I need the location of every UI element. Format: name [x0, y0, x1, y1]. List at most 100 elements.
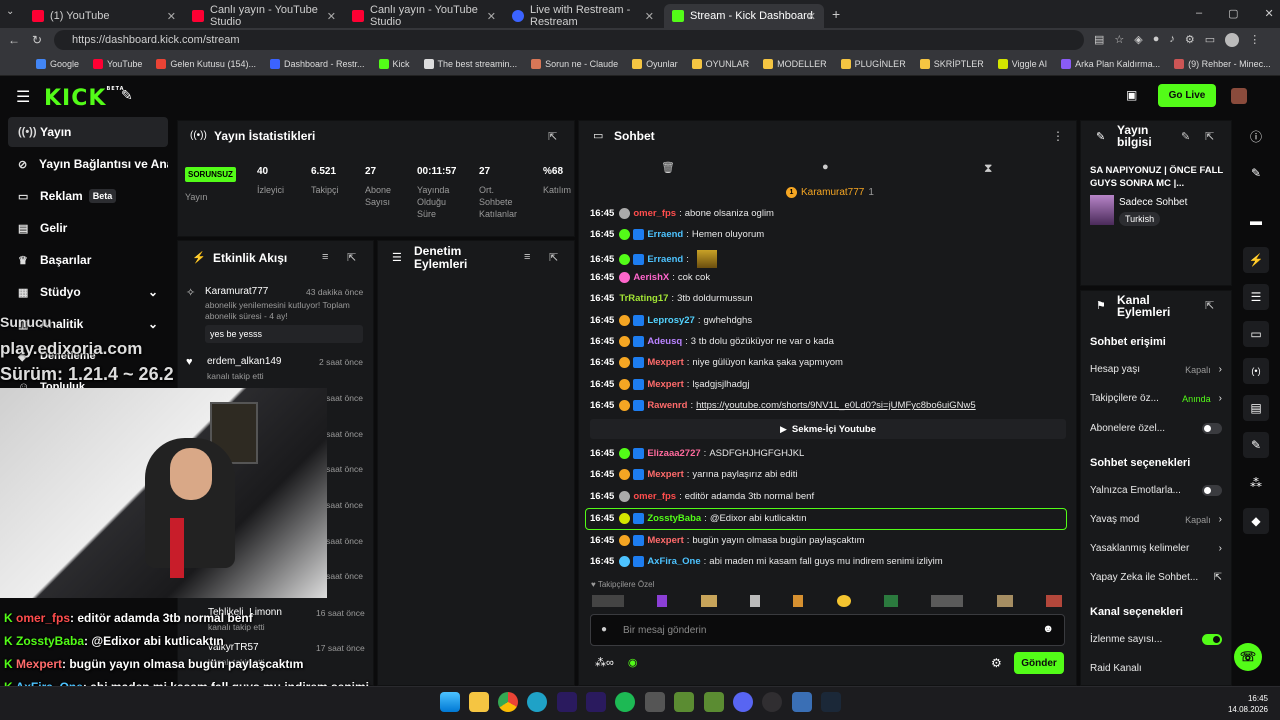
spotify-icon[interactable] — [615, 692, 635, 712]
bookmark-item[interactable]: PLUGİNLER — [840, 58, 906, 69]
windows-start-icon[interactable] — [440, 692, 460, 712]
bookmark-item[interactable]: Gelen Kutusu (154)... — [156, 58, 256, 69]
steam-icon[interactable] — [821, 692, 841, 712]
bookmark-item[interactable]: The best streamin... — [423, 58, 517, 69]
star-icon[interactable]: ☆ — [1114, 33, 1124, 47]
emote-icon[interactable] — [749, 595, 760, 607]
chat-message[interactable]: 16:45 AxFira_One: abi maden mi kasam fall … — [590, 556, 943, 567]
bookmark-item[interactable]: Kick — [378, 58, 410, 69]
followers-only-row[interactable]: Takipçilere öz... Anında › — [1090, 393, 1222, 404]
emote-icon[interactable] — [996, 595, 1013, 607]
bookmark-item[interactable]: YouTube — [93, 58, 142, 69]
emote-icon[interactable] — [657, 595, 668, 607]
send-button[interactable]: Gönder — [1014, 652, 1064, 674]
account-age-row[interactable]: Hesap yaşı Kapalı › — [1090, 364, 1222, 375]
category-name[interactable]: Sadece Sohbet — [1119, 197, 1187, 208]
reload-icon[interactable]: ↻ — [32, 33, 42, 47]
chat-message[interactable]: 16:45 Elizaaa2727: ASDFGHJHGFGHJKL — [590, 448, 804, 459]
hamburger-icon[interactable]: ☰ — [16, 87, 30, 107]
list-icon[interactable]: ☰ — [1243, 284, 1269, 310]
theater-icon[interactable]: ▣ — [1126, 88, 1137, 102]
chat-username[interactable]: omer_fps — [633, 491, 676, 502]
browser-tab[interactable]: Canlı yayın - YouTube Studio ✕ — [184, 4, 344, 28]
chat-username[interactable]: Leprosy27 — [647, 315, 695, 326]
chat-message[interactable]: 16:45 Leprosy27: gwhehdghs — [590, 315, 752, 326]
browser-tab[interactable]: Live with Restream - Restream ✕ — [504, 4, 662, 28]
puzzle-icon[interactable]: ⚙ — [1185, 33, 1195, 47]
obs-icon[interactable] — [762, 692, 782, 712]
trash-icon[interactable]: 🗑 — [661, 161, 675, 174]
edge-icon[interactable] — [527, 692, 547, 712]
raid-channel-row[interactable]: Raid Kanalı — [1090, 663, 1222, 674]
popout-icon[interactable]: ⇱ — [549, 251, 558, 264]
kick-logo[interactable]: KICKBETA — [44, 86, 125, 111]
sidebar-item-gelir[interactable]: ▤ Gelir — [8, 213, 168, 243]
sidebar-item-studyo[interactable]: ▦ Stüdyo ⌄ — [8, 277, 168, 307]
chat-message[interactable]: 16:45 Mexpert: bugün yayın olmasa bugün pa… — [590, 535, 865, 546]
chat-message[interactable]: 16:45 Erraend: Hemen oluyorum — [590, 229, 764, 240]
chat-message[interactable]: 16:45 Mexpert: lşadgjsjlhadgj — [590, 379, 749, 390]
bookmark-item[interactable]: OYUNLAR — [691, 58, 749, 69]
chat-message[interactable]: 16:45 Rawenrd: https://youtube.com/shorts/… — [590, 400, 976, 411]
chat-message[interactable]: 16:45 TrRating17:3tb doldurmussun — [590, 293, 753, 304]
bookmark-item[interactable]: Viggle AI — [997, 58, 1047, 69]
file-explorer-icon[interactable] — [469, 692, 489, 712]
chat-username[interactable]: AxFira_One — [647, 556, 700, 567]
emote-icon[interactable] — [592, 595, 624, 607]
broadcast-icon[interactable]: (•) — [1243, 358, 1269, 384]
extension-icon[interactable]: ● — [1153, 33, 1160, 47]
chat-message[interactable]: 16:45 Erraend: — [590, 250, 717, 268]
bookmark-item[interactable]: Oyunlar — [632, 58, 678, 69]
browser-tab-active[interactable]: Stream - Kick Dashboard ✕ — [664, 4, 824, 28]
extension-icon[interactable]: ◈ — [1134, 33, 1142, 47]
close-icon[interactable]: ✕ — [487, 10, 496, 23]
emoji-icon[interactable]: ☻ — [1042, 623, 1054, 635]
emote-icon[interactable] — [931, 595, 964, 607]
chat-message[interactable]: 16:45 omer_fps: abone olsaniza oglim — [590, 208, 774, 219]
browser-tab[interactable]: (1) YouTube ✕ — [24, 4, 184, 28]
browser-tab[interactable]: Canlı yayın - YouTube Studio ✕ — [344, 4, 504, 28]
subscribers-only-row[interactable]: Abonelere özel... — [1090, 423, 1222, 434]
chat-message[interactable]: 16:45 Mexpert: yarına paylaşırız abi editi — [590, 469, 797, 480]
info-icon[interactable]: ⓘ — [1243, 123, 1269, 149]
chrome-icon[interactable] — [498, 692, 518, 712]
chat-username[interactable]: Mexpert — [647, 469, 683, 480]
card-icon[interactable]: ▤ — [1243, 395, 1269, 421]
chat-username[interactable]: Mexpert — [647, 535, 683, 546]
chat-message[interactable]: 16:45 Mexpert: niye gülüyon kanka şaka yap… — [590, 357, 843, 368]
premiere-icon[interactable] — [557, 692, 577, 712]
chat-username[interactable]: Mexpert — [647, 379, 683, 390]
filter-icon[interactable]: ≡ — [322, 251, 328, 263]
go-live-button[interactable]: Go Live — [1158, 84, 1216, 107]
users-icon[interactable]: ⁂∞ — [595, 656, 614, 669]
popout-icon[interactable]: ⇱ — [347, 251, 356, 264]
minecraft-icon[interactable] — [704, 692, 724, 712]
emote-only-row[interactable]: Yalnızca Emotlarla... — [1090, 485, 1222, 496]
toggle-switch[interactable] — [1202, 423, 1222, 434]
sidebar-item-yayin[interactable]: ((•)) Yayın — [8, 117, 168, 147]
more-icon[interactable]: ⋮ — [1052, 129, 1064, 143]
bookmark-item[interactable]: MODELLER — [763, 58, 827, 69]
discord-icon[interactable] — [733, 692, 753, 712]
bookmark-item[interactable]: SKRİPTLER — [919, 58, 984, 69]
split-icon[interactable]: ▭ — [1205, 33, 1215, 47]
users-icon[interactable]: ⁂ — [1243, 470, 1269, 496]
chat-icon[interactable]: ▭ — [1243, 321, 1269, 347]
slow-mode-row[interactable]: Yavaş mod Kapalı › — [1090, 514, 1222, 525]
close-icon[interactable]: ✕ — [807, 10, 816, 23]
emote-icon[interactable] — [700, 595, 717, 607]
edit-icon[interactable]: ✎ — [1181, 130, 1190, 143]
hourglass-icon[interactable]: ⧗ — [984, 161, 992, 176]
app-icon[interactable] — [645, 692, 665, 712]
app-icon[interactable] — [792, 692, 812, 712]
chat-username[interactable]: Rawenrd — [647, 400, 687, 411]
tag-badge[interactable]: Turkish — [1119, 212, 1161, 226]
ai-chat-row[interactable]: Yapay Zeka ile Sohbet... ⇱ — [1090, 572, 1222, 583]
chat-username[interactable]: omer_fps — [633, 208, 676, 219]
banned-words-row[interactable]: Yasaklanmış kelimeler › — [1090, 543, 1222, 554]
bookmark-item[interactable]: Dashboard - Restr... — [269, 58, 365, 69]
chat-message[interactable]: 16:45 AerishX: cok cok — [590, 272, 710, 283]
wrench-icon[interactable]: ✎ — [1243, 432, 1269, 458]
popout-icon[interactable]: ⇱ — [1205, 130, 1214, 143]
extension-icon[interactable]: ♪ — [1169, 33, 1175, 47]
